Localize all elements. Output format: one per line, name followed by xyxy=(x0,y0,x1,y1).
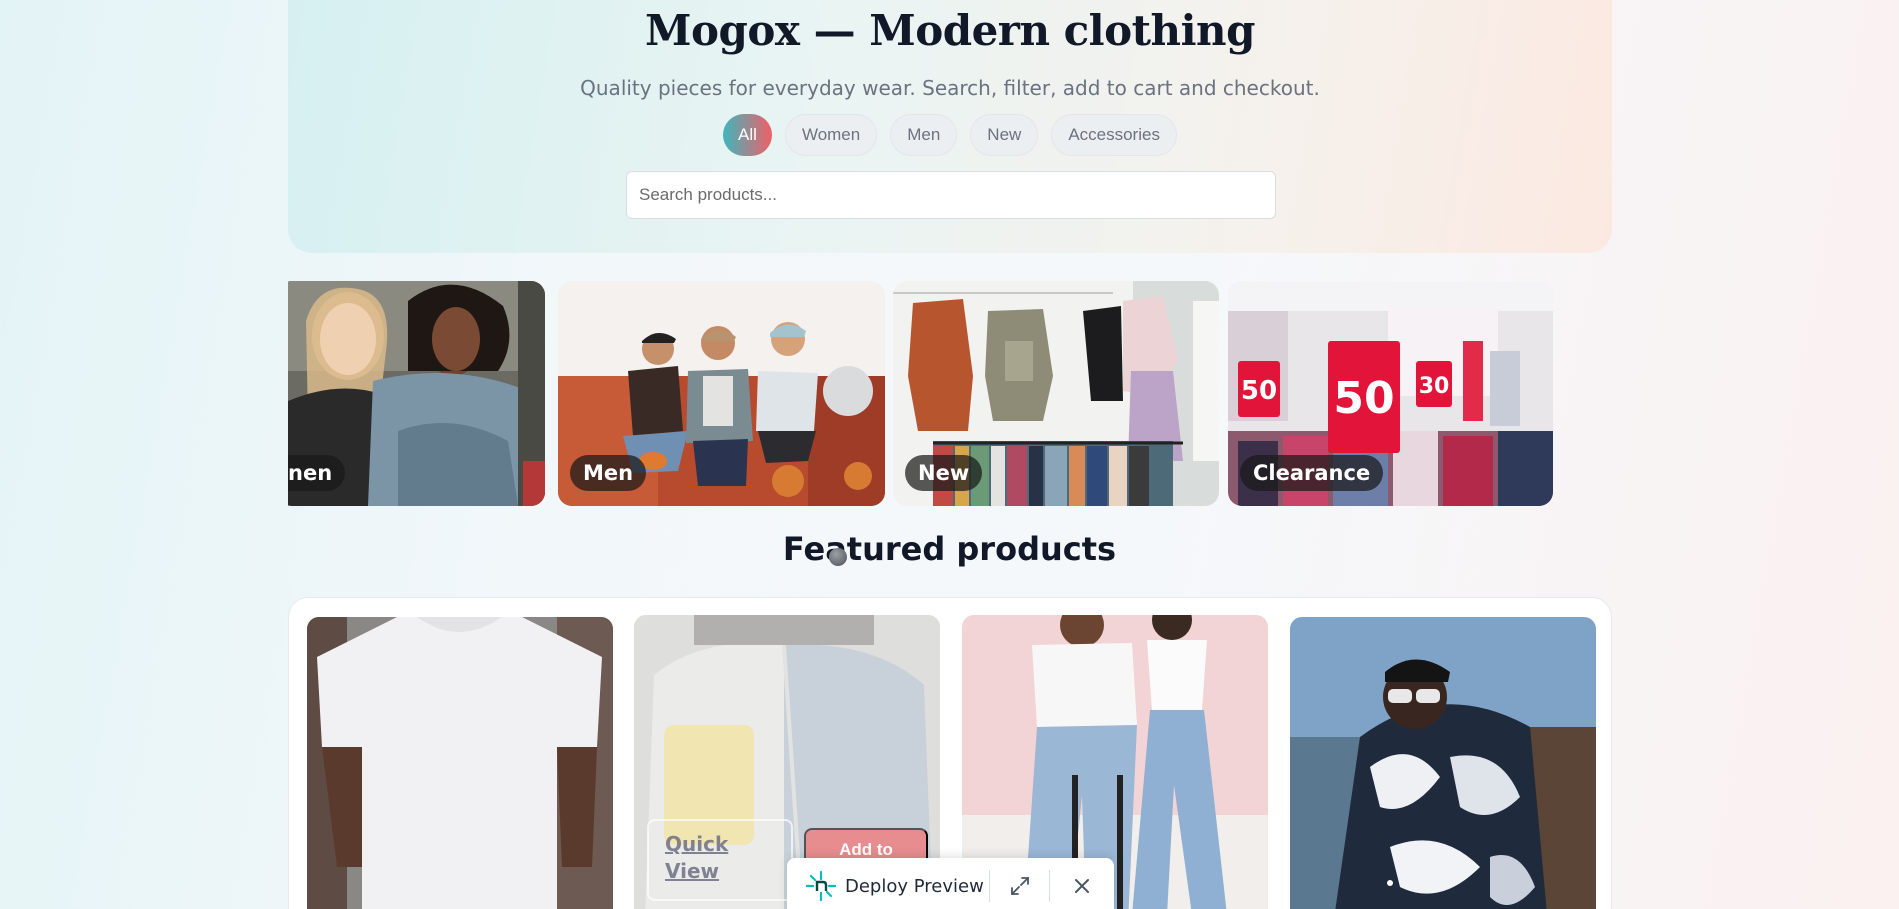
product-card[interactable] xyxy=(1290,617,1596,909)
mouse-cursor xyxy=(829,548,847,566)
category-filter-chips: All Women Men New Accessories xyxy=(288,114,1612,156)
featured-products-heading: Featured products xyxy=(782,530,1117,568)
sale-sign-text: 50 xyxy=(1241,376,1277,406)
filter-chip-new[interactable]: New xyxy=(970,114,1039,156)
category-card-clearance[interactable]: 50 50 30 Clearance xyxy=(1228,281,1553,506)
sale-sign-text: 30 xyxy=(1419,374,1450,399)
category-card-men[interactable]: Men xyxy=(558,281,885,506)
page-title: Mogox — Modern clothing xyxy=(645,6,1255,55)
search-input[interactable] xyxy=(626,171,1276,219)
category-card-new[interactable]: New xyxy=(893,281,1219,506)
sale-sign-text: 50 xyxy=(1333,373,1394,424)
close-icon[interactable] xyxy=(1069,873,1095,899)
hero-banner: Mogox — Modern clothing Quality pieces f… xyxy=(288,0,1612,253)
category-label: nen xyxy=(288,455,346,491)
product-card[interactable] xyxy=(307,617,613,909)
netlify-logo-icon xyxy=(805,870,837,902)
divider xyxy=(989,870,990,902)
divider xyxy=(1049,870,1050,902)
product-image-tie-dye-hoodie xyxy=(1290,617,1596,909)
filter-chip-women[interactable]: Women xyxy=(784,114,878,156)
product-image-white-tshirt xyxy=(307,617,613,909)
deploy-preview-bar: Deploy Preview xyxy=(787,858,1114,909)
category-label: New xyxy=(905,455,983,491)
filter-chip-men[interactable]: Men xyxy=(890,114,958,156)
filter-chip-all[interactable]: All xyxy=(723,114,772,156)
filter-chip-accessories[interactable]: Accessories xyxy=(1051,114,1177,156)
category-carousel[interactable]: nen Men New 50 50 30 Clearance xyxy=(288,281,1558,506)
page-subtitle: Quality pieces for everyday wear. Search… xyxy=(580,76,1320,100)
expand-icon[interactable] xyxy=(1009,875,1031,897)
category-card-women[interactable]: nen xyxy=(288,281,545,506)
category-label: Clearance xyxy=(1240,455,1384,491)
quick-view-button[interactable]: Quick View xyxy=(647,819,793,901)
deploy-preview-label: Deploy Preview xyxy=(845,875,984,897)
category-label: Men xyxy=(570,455,647,491)
